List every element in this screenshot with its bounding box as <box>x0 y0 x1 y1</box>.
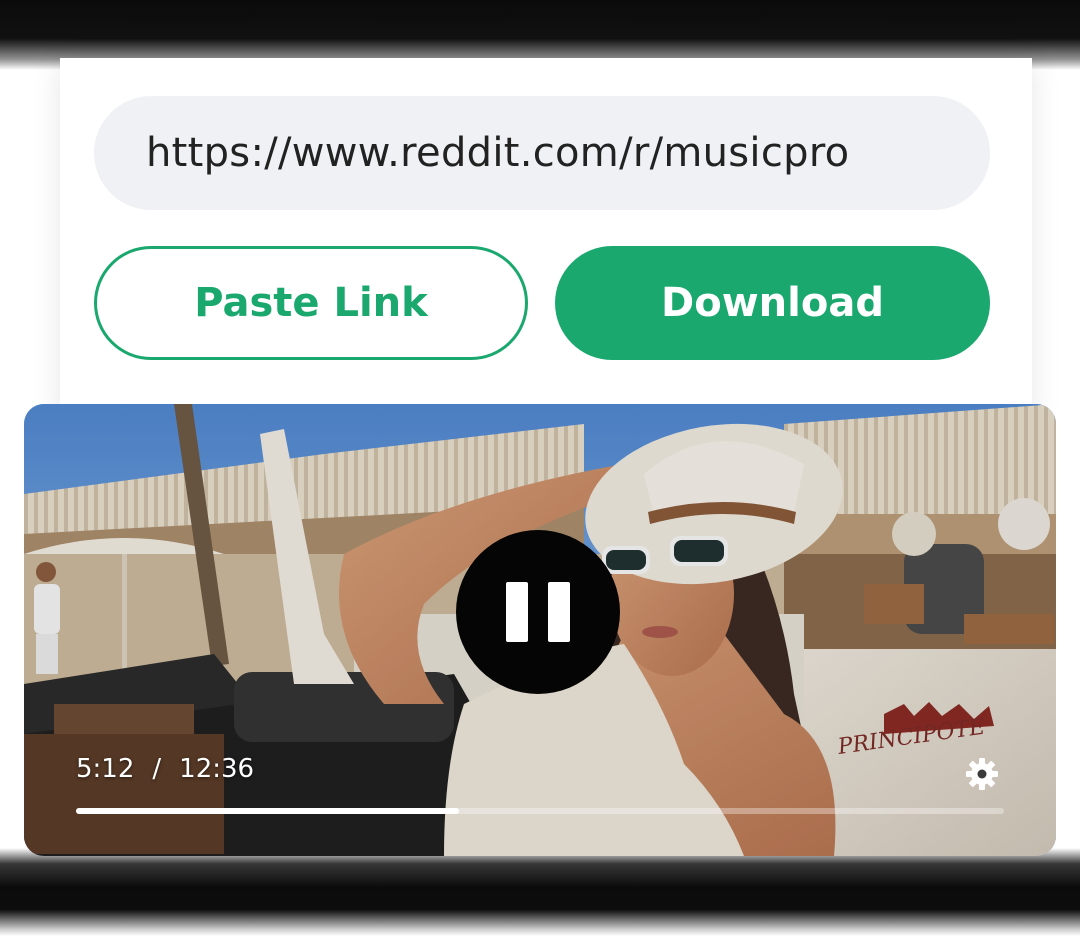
video-player[interactable]: PRINCIPOTE 5:12/12:36 <box>24 404 1056 856</box>
current-time: 5:12 <box>76 754 135 784</box>
progress-bar[interactable] <box>76 808 1004 814</box>
download-button[interactable]: Download <box>555 246 990 360</box>
url-input[interactable]: https://www.reddit.com/r/musicpro <box>94 96 990 210</box>
total-time: 12:36 <box>179 754 255 784</box>
time-separator: / <box>152 754 162 784</box>
time-display: 5:12 / 12:36 <box>76 754 254 784</box>
gear-icon[interactable] <box>962 754 1002 794</box>
url-input-value: https://www.reddit.com/r/musicpro <box>146 130 850 176</box>
pause-button[interactable] <box>456 530 620 694</box>
paste-link-button[interactable]: Paste Link <box>94 246 528 360</box>
bottom-shadow <box>0 848 1080 936</box>
pause-icon <box>506 582 528 642</box>
progress-fill <box>76 808 460 814</box>
pause-icon <box>548 582 570 642</box>
